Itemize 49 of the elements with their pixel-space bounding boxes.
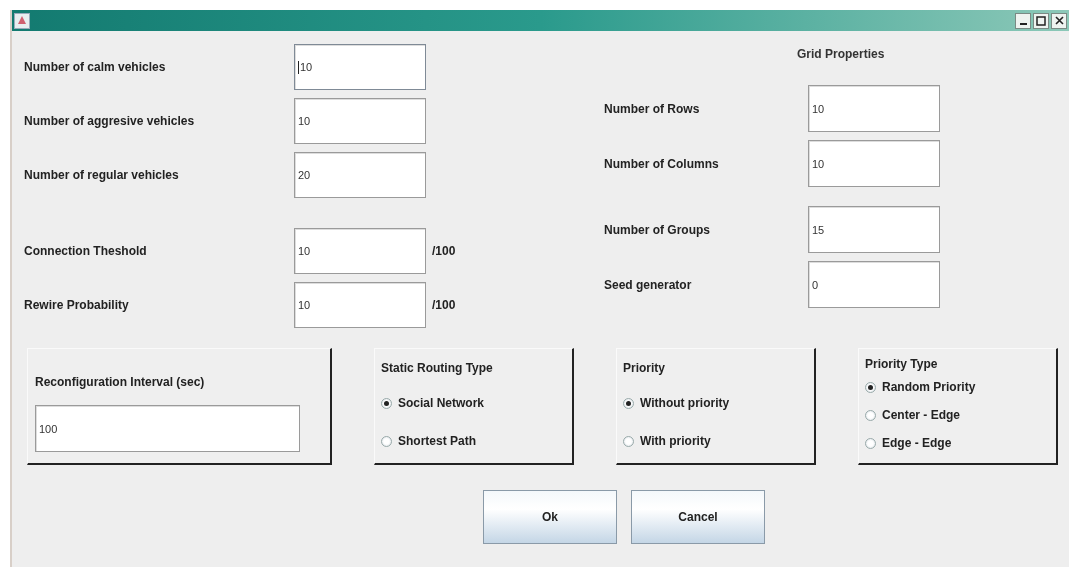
input-field[interactable]: 10 <box>808 85 940 132</box>
section-heading: Grid Properties <box>797 47 885 61</box>
radio-button[interactable] <box>381 435 392 447</box>
window-control[interactable] <box>1015 12 1031 29</box>
radio-option[interactable]: Social Network <box>381 393 572 413</box>
radio-button[interactable] <box>623 397 634 409</box>
input-field[interactable]: 10 <box>294 282 426 328</box>
input-field[interactable]: 10 <box>808 140 940 187</box>
radio-button[interactable] <box>865 437 876 449</box>
window-control[interactable] <box>1051 12 1067 29</box>
radio-option[interactable]: Random Priority <box>865 377 1056 397</box>
field-label: Rewire Probability <box>24 298 130 312</box>
field-label: Number of regular vehicles <box>24 168 180 182</box>
field-label: Number of calm vehicles <box>24 60 167 74</box>
panel-title: Static Routing Type <box>381 361 494 375</box>
input-field[interactable]: 10 <box>294 98 426 144</box>
input-field[interactable]: 100 <box>35 405 300 452</box>
input-field[interactable]: 20 <box>294 152 426 198</box>
dialog-button[interactable]: Cancel <box>631 490 765 544</box>
panel-title: Reconfiguration Interval (sec) <box>35 375 206 389</box>
radio-button[interactable] <box>381 397 392 409</box>
dialog-button[interactable]: Ok <box>483 490 617 544</box>
radio-option[interactable]: Center - Edge <box>865 405 1056 425</box>
radio-option[interactable]: With priority <box>623 431 814 451</box>
field-label: Connection Theshold <box>24 244 148 258</box>
close-icon <box>1054 16 1064 25</box>
panel-title: Priority <box>623 361 666 375</box>
field-label: Number of aggresive vehicles <box>24 114 196 128</box>
radio-option[interactable]: Without priority <box>623 393 814 413</box>
input-field[interactable]: 15 <box>808 206 940 253</box>
minimize-icon <box>1019 23 1027 25</box>
field-label: Number of Groups <box>604 222 711 237</box>
radio-button[interactable] <box>865 409 876 421</box>
field-label: Number of Rows <box>604 101 701 116</box>
unit-label: /100 <box>432 244 457 258</box>
radio-button[interactable] <box>865 381 876 393</box>
radio-button[interactable] <box>623 435 634 447</box>
input-field[interactable]: 10 <box>294 228 426 274</box>
input-field[interactable]: 0 <box>808 261 940 308</box>
unit-label: /100 <box>432 298 457 312</box>
field-label: Number of Columns <box>604 156 720 171</box>
maximize-icon <box>1036 15 1046 26</box>
field-label: Seed generator <box>604 277 693 292</box>
app-icon <box>14 12 30 29</box>
window-control[interactable] <box>1033 12 1049 29</box>
input-field[interactable]: 10 <box>294 44 426 90</box>
radio-option[interactable]: Edge - Edge <box>865 433 1056 453</box>
panel-title: Priority Type <box>865 357 939 371</box>
radio-option[interactable]: Shortest Path <box>381 431 572 451</box>
